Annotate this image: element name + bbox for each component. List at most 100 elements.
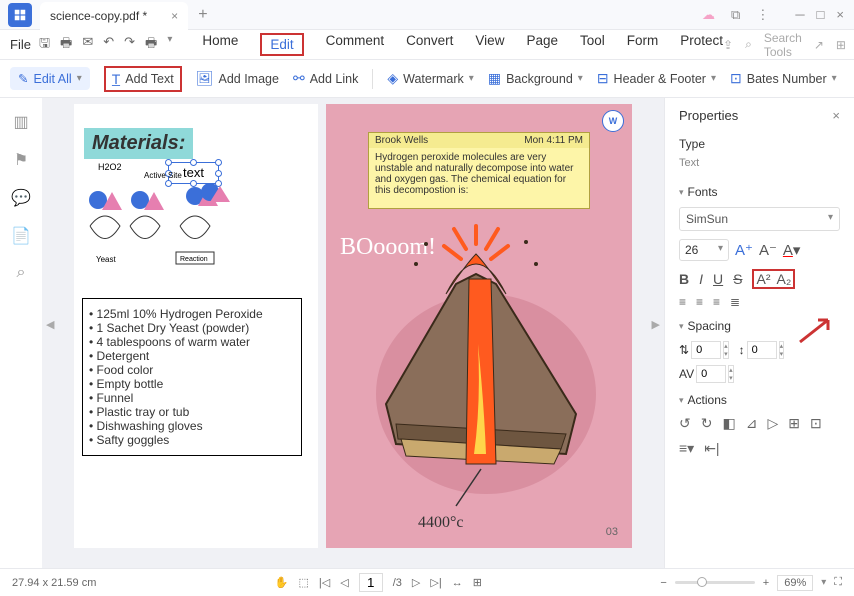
close-tab-icon[interactable]: × xyxy=(171,9,178,23)
fit-width-icon[interactable]: ↔ xyxy=(452,577,463,589)
first-page-icon[interactable]: |◁ xyxy=(319,576,330,589)
thumbnails-icon[interactable]: ▥ xyxy=(13,112,28,132)
print2-icon[interactable]: 🖶 xyxy=(145,34,157,56)
watermark-label: Watermark xyxy=(403,72,464,86)
add-image-button[interactable]: 🖼 Add Image xyxy=(196,70,279,87)
open-external-icon[interactable]: ↗ xyxy=(814,38,824,52)
font-color-icon[interactable]: A▾ xyxy=(783,241,801,259)
watermark-button[interactable]: ◈ Watermark ▾ xyxy=(387,70,473,87)
document-tab[interactable]: science-copy.pdf * × xyxy=(40,2,188,30)
zoom-value[interactable]: 69% xyxy=(777,575,813,591)
menu-edit[interactable]: Edit xyxy=(260,33,303,56)
bookmarks-icon[interactable]: ⚑ xyxy=(14,150,28,170)
background-button[interactable]: ▦ Background ▾ xyxy=(488,70,583,87)
prev-page-icon[interactable]: ◁ xyxy=(340,576,348,589)
menu-convert[interactable]: Convert xyxy=(406,33,453,56)
pdf-page-right[interactable]: W Brook Wells Mon 4:11 PM Hydrogen perox… xyxy=(326,104,632,548)
align-right-icon[interactable]: ≡ xyxy=(713,295,720,309)
add-text-button[interactable]: T̲ Add Text xyxy=(104,66,182,92)
redo-icon[interactable]: ↷ xyxy=(124,34,135,56)
fonts-section-header[interactable]: Fonts xyxy=(679,185,840,199)
line-spacing-input[interactable] xyxy=(691,341,721,359)
para-spacing-input[interactable] xyxy=(747,341,777,359)
search-panel-icon[interactable]: ⌕ xyxy=(17,264,26,282)
mail-icon[interactable]: ✉ xyxy=(82,34,93,56)
bold-button[interactable]: B xyxy=(679,271,689,287)
menu-home[interactable]: Home xyxy=(202,33,238,56)
menu-view[interactable]: View xyxy=(475,33,504,56)
list-style-icon[interactable]: ≡▾ xyxy=(679,440,694,457)
sticky-note[interactable]: Brook Wells Mon 4:11 PM Hydrogen peroxid… xyxy=(368,132,590,209)
save-icon[interactable]: 🖫 xyxy=(39,34,50,56)
print-icon[interactable]: 🖶 xyxy=(60,34,72,56)
maximize-button[interactable]: □ xyxy=(817,7,825,23)
char-spacing-input[interactable] xyxy=(696,365,726,383)
next-page-icon[interactable]: ▷ xyxy=(412,576,420,589)
minimize-button[interactable]: ─ xyxy=(795,7,804,23)
hand-tool-icon[interactable]: ✋ xyxy=(275,576,289,589)
search-icon[interactable]: ⌕ xyxy=(745,37,752,52)
close-panel-icon[interactable]: × xyxy=(832,108,840,123)
menu-page[interactable]: Page xyxy=(526,33,558,56)
line-spacing-icon: ⇅ xyxy=(679,343,689,357)
close-window-button[interactable]: × xyxy=(836,7,844,23)
cloud-icon[interactable]: ☁ xyxy=(702,7,715,23)
comments-icon[interactable]: 💬 xyxy=(11,188,31,208)
zoom-out-icon[interactable]: − xyxy=(660,577,666,589)
fit-page-icon[interactable]: ⊞ xyxy=(473,576,482,589)
menu-protect[interactable]: Protect xyxy=(680,33,723,56)
edit-all-button[interactable]: ✎ Edit All ▾ xyxy=(10,67,90,90)
search-tools-input[interactable]: Search Tools xyxy=(764,31,802,59)
prev-page-arrow[interactable]: ◀ xyxy=(46,318,54,331)
decrease-font-icon[interactable]: A⁻ xyxy=(759,241,777,259)
font-size-select[interactable]: 26▾ xyxy=(679,239,729,261)
next-page-arrow[interactable]: ▶ xyxy=(652,318,660,331)
indent-icon[interactable]: ⇤| xyxy=(704,440,719,457)
flip-v-icon[interactable]: ⊿ xyxy=(746,415,758,432)
panel-icon[interactable]: ⊞ xyxy=(836,38,846,52)
fullscreen-icon[interactable]: ⛶ xyxy=(834,576,842,589)
page-input[interactable] xyxy=(359,573,383,592)
overflow-menu-icon[interactable]: ⋮ xyxy=(756,7,769,23)
menu-tool[interactable]: Tool xyxy=(580,33,605,56)
flip-h-icon[interactable]: ◧ xyxy=(722,415,735,432)
bates-number-button[interactable]: ⊡ Bates Number ▾ xyxy=(730,70,837,87)
menu-chevron-icon[interactable]: ▾ xyxy=(167,34,172,56)
zoom-in-icon[interactable]: + xyxy=(763,577,769,589)
share-icon[interactable]: ⧉ xyxy=(731,7,740,23)
word-export-icon[interactable]: W xyxy=(602,110,624,132)
align-left-icon[interactable]: ≡ xyxy=(679,295,686,309)
subscript-button[interactable]: A₂ xyxy=(776,271,791,287)
superscript-button[interactable]: A² xyxy=(756,271,770,287)
rotate-left-icon[interactable]: ↺ xyxy=(679,415,691,432)
replace-icon[interactable]: ⊞ xyxy=(788,415,800,432)
increase-font-icon[interactable]: A⁺ xyxy=(735,241,753,259)
font-family-select[interactable]: SimSun▾ xyxy=(679,207,840,231)
pdf-page-left[interactable]: Materials: text H2O2 Active Site xyxy=(74,104,318,548)
add-link-button[interactable]: ⚯ Add Link xyxy=(293,70,358,87)
zoom-slider[interactable] xyxy=(675,581,755,584)
rotate-right-icon[interactable]: ↻ xyxy=(701,415,713,432)
stepper[interactable]: ▴▾ xyxy=(779,341,785,359)
last-page-icon[interactable]: ▷| xyxy=(430,576,441,589)
document-canvas[interactable]: ◀ Materials: text H2O2 Active Site xyxy=(42,98,664,568)
extract-icon[interactable]: ⊡ xyxy=(810,415,822,432)
italic-button[interactable]: I xyxy=(699,271,703,287)
header-footer-button[interactable]: ⊟ Header & Footer ▾ xyxy=(597,70,716,87)
actions-section-header[interactable]: Actions xyxy=(679,393,840,407)
new-tab-button[interactable]: + xyxy=(198,6,207,24)
crop-icon[interactable]: ▷ xyxy=(767,415,778,432)
select-tool-icon[interactable]: ⬚ xyxy=(299,576,309,589)
menu-comment[interactable]: Comment xyxy=(326,33,385,56)
menu-form[interactable]: Form xyxy=(627,33,659,56)
share-cloud-icon[interactable]: ⇪ xyxy=(723,38,733,52)
file-menu[interactable]: File xyxy=(10,37,31,52)
strike-button[interactable]: S xyxy=(733,271,742,287)
undo-icon[interactable]: ↶ xyxy=(103,34,114,56)
stepper[interactable]: ▴▾ xyxy=(728,365,734,383)
underline-button[interactable]: U xyxy=(713,271,723,287)
align-center-icon[interactable]: ≡ xyxy=(696,295,703,309)
align-justify-icon[interactable]: ≣ xyxy=(730,295,740,309)
stepper[interactable]: ▴▾ xyxy=(723,341,729,359)
attachments-icon[interactable]: 📄 xyxy=(11,226,31,246)
